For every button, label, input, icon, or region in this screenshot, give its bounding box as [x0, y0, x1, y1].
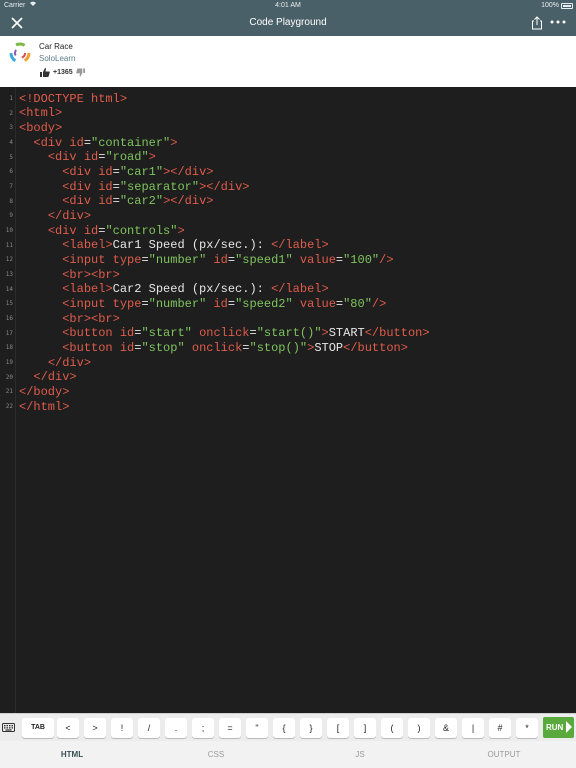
line-number: 12 — [5, 256, 13, 263]
line-number: 2 — [9, 110, 13, 117]
code-line: </html> — [19, 400, 70, 414]
play-icon — [566, 721, 572, 733]
key-equals[interactable]: = — [219, 718, 241, 738]
key-slash[interactable]: / — [138, 718, 160, 738]
code-line: <input type="number" id="speed2" value="… — [62, 297, 387, 311]
code-line: <button id="stop" onclick="stop()">STOP<… — [62, 341, 408, 355]
code-line: <br><br> — [62, 312, 120, 326]
status-bar: Carrier 4:01 AM 100% — [0, 0, 576, 11]
code-line: <label>Car1 Speed (px/sec.): </label> — [62, 238, 329, 252]
code-line: <label>Car2 Speed (px/sec.): </label> — [62, 282, 329, 296]
code-line: <div id="container"> — [33, 136, 178, 150]
key-hash[interactable]: # — [489, 718, 511, 738]
battery-percent: 100% — [541, 2, 559, 9]
more-icon[interactable] — [549, 14, 567, 30]
key-open-brace[interactable]: { — [273, 718, 295, 738]
key-open-bracket[interactable]: [ — [327, 718, 349, 738]
code-line: <div id="car1"></div> — [62, 165, 214, 179]
line-number: 19 — [5, 359, 13, 366]
code-line: </body> — [19, 385, 70, 399]
run-button[interactable]: RUN — [543, 717, 574, 738]
thumbs-down-icon[interactable] — [75, 67, 85, 77]
code-line: <!DOCTYPE html> — [19, 92, 128, 106]
status-time: 4:01 AM — [275, 2, 301, 9]
code-line: <div id="separator"></div> — [62, 180, 250, 194]
code-line: <br><br> — [62, 268, 120, 282]
project-author[interactable]: SoloLearn — [39, 54, 75, 63]
keyboard-icon[interactable] — [2, 721, 15, 734]
editor-tabs: HTML CSS JS OUTPUT — [0, 741, 576, 768]
code-editor[interactable]: 1 2 3 4 5 6 7 8 9 10 11 12 13 14 15 16 1… — [0, 87, 576, 713]
tab-output[interactable]: OUTPUT — [462, 741, 546, 768]
battery-icon — [561, 3, 573, 9]
code-line: <button id="start" onclick="start()">STA… — [62, 326, 430, 340]
key-asterisk[interactable]: * — [516, 718, 538, 738]
thumbs-up-icon[interactable] — [40, 67, 50, 77]
run-label: RUN — [546, 723, 564, 732]
line-number: 20 — [5, 374, 13, 381]
line-number: 10 — [5, 227, 13, 234]
tab-html[interactable]: HTML — [30, 741, 114, 768]
likes-count: +1365 — [53, 68, 73, 76]
project-name[interactable]: Car Race — [39, 42, 73, 51]
line-number: 14 — [5, 286, 13, 293]
code-line: </div> — [47, 356, 92, 370]
line-number: 17 — [5, 330, 13, 337]
share-icon[interactable] — [531, 16, 543, 30]
line-number: 9 — [9, 212, 13, 219]
key-tab[interactable]: TAB — [22, 718, 54, 738]
code-line: <div id="road"> — [47, 150, 156, 164]
code-line: </div> — [33, 370, 77, 384]
line-gutter: 1 2 3 4 5 6 7 8 9 10 11 12 13 14 15 16 1… — [0, 87, 16, 713]
key-less-than[interactable]: < — [57, 718, 79, 738]
project-header: Car Race SoloLearn +1365 — [0, 36, 576, 87]
key-close-brace[interactable]: } — [300, 718, 322, 738]
key-greater-than[interactable]: > — [84, 718, 106, 738]
line-number: 8 — [9, 198, 13, 205]
line-number: 1 — [9, 95, 13, 102]
key-exclamation[interactable]: ! — [111, 718, 133, 738]
title-bar: Code Playground — [0, 11, 576, 36]
line-number: 21 — [5, 388, 13, 395]
code-line: <div id="controls"> — [47, 224, 185, 238]
line-number: 5 — [9, 154, 13, 161]
tab-js[interactable]: JS — [318, 741, 402, 768]
line-number: 15 — [5, 300, 13, 307]
line-number: 4 — [9, 139, 13, 146]
line-number: 18 — [5, 344, 13, 351]
line-number: 6 — [9, 168, 13, 175]
line-number: 16 — [5, 315, 13, 322]
code-line: <div id="car2"></div> — [62, 194, 214, 208]
key-pipe[interactable]: | — [462, 718, 484, 738]
line-number: 13 — [5, 271, 13, 278]
page-title: Code Playground — [249, 17, 327, 28]
line-number: 7 — [9, 183, 13, 190]
tab-css[interactable]: CSS — [174, 741, 258, 768]
code-line: <html> — [19, 106, 63, 120]
key-close-paren[interactable]: ) — [408, 718, 430, 738]
sololearn-logo — [9, 42, 31, 64]
keyboard-accessory-bar: TAB < > ! / . ; = " { } [ ] ( ) & | # * … — [0, 713, 576, 741]
key-close-bracket[interactable]: ] — [354, 718, 376, 738]
line-number: 22 — [5, 403, 13, 410]
key-semicolon[interactable]: ; — [192, 718, 214, 738]
line-number: 3 — [9, 124, 13, 131]
key-open-paren[interactable]: ( — [381, 718, 403, 738]
code-line: <input type="number" id="speed1" value="… — [62, 253, 394, 267]
line-number: 11 — [5, 242, 13, 249]
key-ampersand[interactable]: & — [435, 718, 457, 738]
key-quote[interactable]: " — [246, 718, 268, 738]
vote-row: +1365 — [40, 67, 85, 77]
code-line: <body> — [19, 121, 63, 135]
code-line: </div> — [47, 209, 92, 223]
key-period[interactable]: . — [165, 718, 187, 738]
